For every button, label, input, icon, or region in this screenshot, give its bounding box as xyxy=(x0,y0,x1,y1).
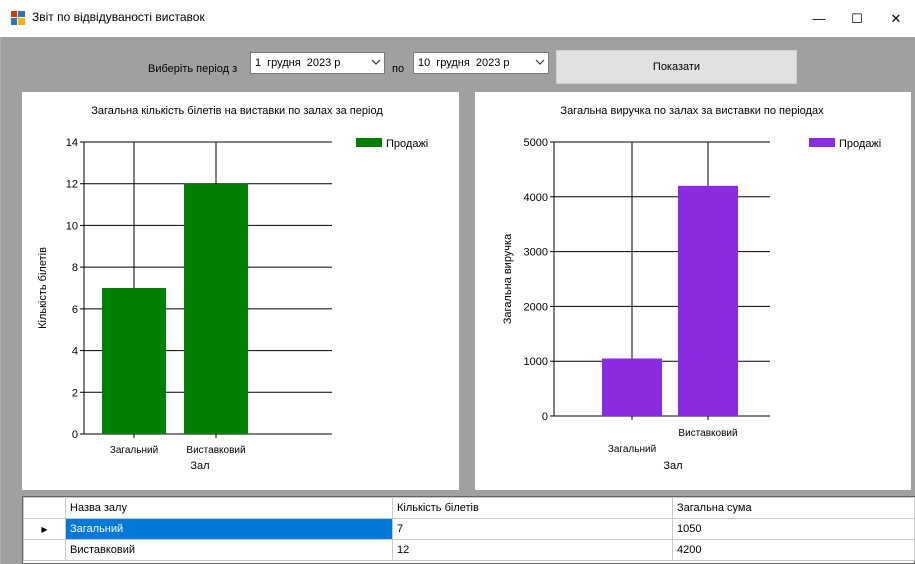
bar xyxy=(184,183,248,434)
window-title: Звіт по відвідуваності виставок xyxy=(32,10,205,24)
x-axis-title: Зал xyxy=(190,460,209,472)
y-tick-label: 8 xyxy=(72,262,78,274)
y-tick-label: 5000 xyxy=(524,137,548,149)
legend-label: Продажі xyxy=(386,138,428,150)
date-to-day[interactable]: 10 xyxy=(418,57,430,69)
y-tick-label: 12 xyxy=(66,179,78,191)
x-tick-label: Виставковий xyxy=(186,445,245,456)
tickets-chart-panel: Загальна кількість білетів на виставки п… xyxy=(22,92,459,490)
y-tick-label: 3000 xyxy=(524,247,548,259)
x-tick-label: Виставковий xyxy=(678,428,737,439)
grid-header-row: Назва залу Кількість білетів Загальна су… xyxy=(23,497,915,519)
row-header-current[interactable]: ▶ xyxy=(23,518,66,540)
y-tick-label: 6 xyxy=(72,304,78,316)
y-tick-label: 2000 xyxy=(524,301,548,313)
legend-label: Продажі xyxy=(839,138,881,150)
table-cell[interactable]: Виставковий xyxy=(65,539,393,561)
revenue-chart: Загальна виручка по залах за виставки по… xyxy=(502,105,881,472)
table-cell[interactable]: 7 xyxy=(392,518,673,540)
column-header-ticket-count[interactable]: Кількість білетів xyxy=(392,497,673,519)
grid-corner-cell[interactable] xyxy=(23,497,66,519)
table-row[interactable]: Виставковий 12 4200 xyxy=(23,539,915,561)
current-row-arrow-icon: ▶ xyxy=(41,525,48,534)
bar xyxy=(102,288,166,434)
title-bar[interactable]: Звіт по відвідуваності виставок — ☐ ✕ xyxy=(0,0,915,37)
app-icon xyxy=(11,11,25,25)
table-cell[interactable]: Загальний xyxy=(65,518,393,540)
y-tick-label: 4000 xyxy=(524,192,548,204)
date-from-picker[interactable]: 1 грудня 2023 р xyxy=(250,52,385,74)
x-axis-title: Зал xyxy=(663,460,682,472)
bar xyxy=(602,358,662,416)
show-report-label: Показати xyxy=(652,61,701,73)
chevron-down-icon[interactable] xyxy=(371,57,381,67)
report-data-grid[interactable]: Назва залу Кількість білетів Загальна су… xyxy=(22,496,915,564)
period-from-label: Виберіть період з xyxy=(148,63,238,75)
y-tick-label: 2 xyxy=(72,387,78,399)
revenue-chart-panel: Загальна виручка по залах за виставки по… xyxy=(475,92,911,490)
chart-title: Загальна виручка по залах за виставки по… xyxy=(560,105,824,117)
table-cell[interactable]: 1050 xyxy=(672,518,915,540)
y-axis-title: Кількість білетів xyxy=(37,247,49,329)
minimize-button[interactable]: — xyxy=(800,0,838,37)
date-to-year[interactable]: 2023 р xyxy=(476,57,510,69)
close-button[interactable]: ✕ xyxy=(877,0,915,37)
maximize-icon: ☐ xyxy=(851,10,863,26)
date-to-month[interactable]: грудня xyxy=(436,57,470,69)
y-tick-label: 0 xyxy=(542,411,548,423)
column-header-hall-name[interactable]: Назва залу xyxy=(65,497,393,519)
y-tick-label: 10 xyxy=(66,220,78,232)
legend-swatch xyxy=(809,138,835,147)
y-tick-label: 0 xyxy=(72,429,78,441)
table-row[interactable]: ▶ Загальний 7 1050 xyxy=(23,518,915,540)
tickets-chart: Загальна кількість білетів на виставки п… xyxy=(37,105,428,472)
legend-swatch xyxy=(356,138,382,147)
chevron-down-icon[interactable] xyxy=(535,57,545,67)
close-icon: ✕ xyxy=(890,10,902,26)
table-cell[interactable]: 12 xyxy=(392,539,673,561)
period-to-label: по xyxy=(392,63,405,75)
maximize-button[interactable]: ☐ xyxy=(838,0,876,37)
x-tick-label: Загальний xyxy=(110,445,158,456)
date-from-month[interactable]: грудня xyxy=(267,57,301,69)
y-axis-title: Загальна виручка xyxy=(502,233,514,324)
y-tick-label: 14 xyxy=(66,137,78,149)
x-tick-label: Загальний xyxy=(608,444,656,455)
minimize-icon: — xyxy=(812,11,826,26)
y-tick-label: 4 xyxy=(72,346,78,358)
column-header-total-sum[interactable]: Загальна сума xyxy=(672,497,915,519)
report-window: Звіт по відвідуваності виставок — ☐ ✕ Ви… xyxy=(0,0,915,564)
date-to-picker[interactable]: 10 грудня 2023 р xyxy=(413,52,549,74)
chart-title: Загальна кількість білетів на виставки п… xyxy=(91,105,383,117)
row-header[interactable] xyxy=(23,539,66,561)
table-cell[interactable]: 4200 xyxy=(672,539,915,561)
bar xyxy=(678,185,738,416)
show-report-button[interactable]: Показати xyxy=(556,50,797,84)
date-from-day[interactable]: 1 xyxy=(255,57,261,69)
y-tick-label: 1000 xyxy=(524,356,548,368)
date-from-year[interactable]: 2023 р xyxy=(307,57,341,69)
